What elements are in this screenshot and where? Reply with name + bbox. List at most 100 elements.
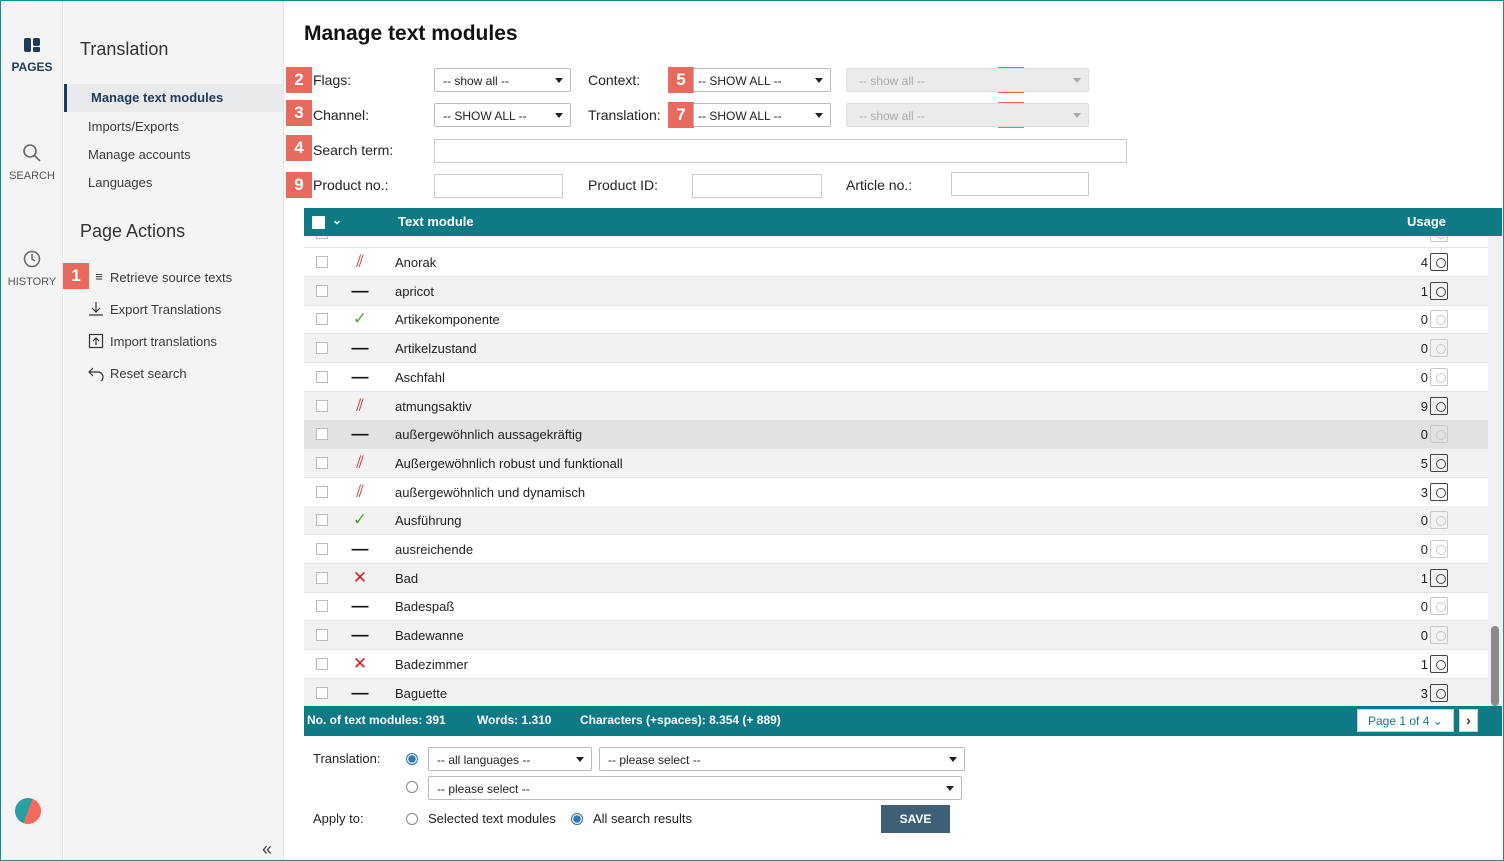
usage-search-icon[interactable] [1430, 626, 1448, 645]
rail-history[interactable]: HISTORY [1, 249, 63, 288]
apply-selected-label[interactable]: Selected text modules [428, 811, 556, 826]
row-checkbox[interactable] [316, 236, 328, 239]
text-module-label[interactable]: Anorak [395, 255, 436, 270]
rail-pages[interactable]: PAGES [1, 37, 63, 74]
product-id-input[interactable] [692, 174, 822, 198]
scrollbar-thumb[interactable] [1491, 626, 1499, 706]
table-row[interactable]: ✕ Bad 1 [304, 563, 1488, 593]
collapse-sidebar-icon[interactable]: « [262, 839, 272, 860]
row-checkbox[interactable] [316, 370, 328, 383]
row-checkbox[interactable] [316, 284, 328, 297]
sidebar-item-languages[interactable]: Languages [88, 175, 152, 190]
usage-search-icon[interactable] [1430, 253, 1448, 271]
usage-search-icon[interactable] [1430, 281, 1448, 300]
row-checkbox[interactable] [316, 399, 328, 412]
table-row[interactable]: ⫽ außergewöhnlich und dynamisch 3 [304, 478, 1488, 507]
text-module-label[interactable]: ausreichende [395, 542, 473, 557]
table-row[interactable]: — außergewöhnlich aussagekräftig 0 [304, 420, 1488, 450]
text-module-label[interactable]: Badezimmer [395, 657, 468, 672]
text-module-label[interactable]: apricot [395, 284, 434, 299]
usage-search-icon[interactable] [1430, 597, 1448, 616]
usage-search-icon[interactable] [1430, 482, 1448, 501]
usage-search-icon[interactable] [1430, 540, 1448, 558]
action-reset-search[interactable]: Reset search [88, 365, 187, 381]
row-checkbox[interactable] [316, 514, 328, 527]
usage-search-icon[interactable] [1430, 568, 1448, 587]
text-module-label[interactable]: Aschfahl [395, 370, 445, 385]
row-checkbox[interactable] [316, 629, 328, 642]
row-checkbox[interactable] [316, 600, 328, 613]
usage-search-icon[interactable] [1430, 396, 1448, 415]
save-button[interactable]: SAVE [881, 805, 950, 833]
apply-selected-radio[interactable] [406, 813, 418, 825]
row-checkbox[interactable] [316, 686, 328, 699]
usage-search-icon[interactable] [1430, 453, 1448, 472]
text-module-label[interactable]: Badespaß [395, 599, 454, 614]
channel-select[interactable]: -- SHOW ALL -- [434, 103, 571, 127]
table-row[interactable]: ✓ Ausführung 0 [304, 506, 1488, 536]
row-checkbox[interactable] [316, 342, 328, 355]
table-row[interactable]: — ausreichende 0 [304, 535, 1488, 564]
please-select-1[interactable]: -- please select -- [599, 747, 965, 771]
page-select[interactable]: Page 1 of 4 ⌄ [1357, 709, 1454, 732]
text-module-label[interactable]: außergewöhnlich und dynamisch [395, 485, 585, 500]
row-checkbox[interactable] [316, 313, 328, 326]
apply-all-radio[interactable] [571, 813, 583, 825]
sidebar-item-imports-exports[interactable]: Imports/Exports [88, 119, 179, 134]
table-row[interactable]: — Aschfahl 0 [304, 363, 1488, 392]
flags-select[interactable]: -- show all -- [434, 68, 571, 92]
context-sub-select[interactable]: -- show all -- [846, 68, 1089, 92]
text-module-label[interactable]: außergewöhnlich aussagekräftig [395, 427, 582, 442]
table-row[interactable]: ⫽ atmungsaktiv 9 [304, 391, 1488, 421]
context-select[interactable]: -- SHOW ALL -- [693, 68, 831, 92]
row-checkbox[interactable] [316, 571, 328, 584]
text-module-label[interactable]: Außergewöhnlich robust und funktionall [395, 456, 623, 471]
table-row[interactable]: — Baguette 3 [304, 678, 1488, 706]
table-row[interactable]: ✓ Artikekomponente 0 [304, 305, 1488, 335]
next-page-button[interactable]: › [1459, 709, 1478, 732]
chevron-down-icon[interactable]: ⌄ [332, 213, 342, 227]
row-checkbox[interactable] [316, 456, 328, 469]
translation-radio-language[interactable] [406, 753, 418, 765]
translation-filter-select[interactable]: -- SHOW ALL -- [693, 103, 831, 127]
rail-search[interactable]: SEARCH [1, 143, 63, 182]
text-module-label[interactable]: Artikelzustand [395, 341, 477, 356]
table-row[interactable]: — Artikelzustand 0 [304, 334, 1488, 364]
language-select[interactable]: -- all languages -- [428, 747, 592, 771]
row-checkbox[interactable] [316, 543, 328, 555]
action-retrieve-source-texts[interactable]: ≡ Retrieve source texts [94, 269, 232, 285]
search-term-input[interactable] [434, 139, 1127, 163]
usage-search-icon[interactable] [1430, 654, 1448, 673]
sidebar-item-manage-text-modules[interactable]: Manage text modules [64, 84, 283, 112]
row-checkbox[interactable] [316, 256, 328, 268]
table-row[interactable]: ⫽ Außergewöhnlich robust und funktionall 5 [304, 448, 1488, 478]
table-scrollbar[interactable] [1488, 236, 1502, 706]
table-row[interactable]: ⫽ Anorak 4 [304, 248, 1488, 277]
article-no-input[interactable] [951, 172, 1089, 196]
usage-search-icon[interactable] [1430, 339, 1448, 358]
text-module-label[interactable]: Artikekomponente [395, 312, 500, 327]
text-module-label[interactable]: Bad [395, 571, 418, 586]
usage-search-icon[interactable] [1430, 310, 1448, 329]
please-select-2[interactable]: -- please select -- [428, 776, 962, 800]
apply-all-label[interactable]: All search results [593, 811, 692, 826]
product-no-input[interactable] [434, 174, 563, 198]
table-row[interactable] [304, 236, 1488, 248]
usage-search-icon[interactable] [1430, 511, 1448, 530]
text-module-label[interactable]: Badewanne [395, 628, 464, 643]
translation-radio-other[interactable] [406, 781, 418, 793]
row-checkbox[interactable] [316, 657, 328, 670]
table-row[interactable]: ✕ Badezimmer 1 [304, 650, 1488, 679]
text-module-label[interactable]: Ausführung [395, 513, 462, 528]
row-checkbox[interactable] [316, 485, 328, 498]
usage-search-icon[interactable] [1430, 367, 1448, 386]
translation-sub-select[interactable]: -- show all -- [846, 103, 1089, 127]
table-row[interactable]: — Badespaß 0 [304, 592, 1488, 622]
column-header-text-module[interactable]: Text module [398, 214, 474, 229]
sidebar-item-manage-accounts[interactable]: Manage accounts [88, 147, 191, 162]
usage-search-icon[interactable] [1430, 236, 1448, 242]
table-row[interactable]: — Badewanne 0 [304, 621, 1488, 651]
column-header-usage[interactable]: Usage [1407, 214, 1446, 229]
usage-search-icon[interactable] [1430, 683, 1448, 702]
action-import-translations[interactable]: Import translations [88, 333, 217, 349]
